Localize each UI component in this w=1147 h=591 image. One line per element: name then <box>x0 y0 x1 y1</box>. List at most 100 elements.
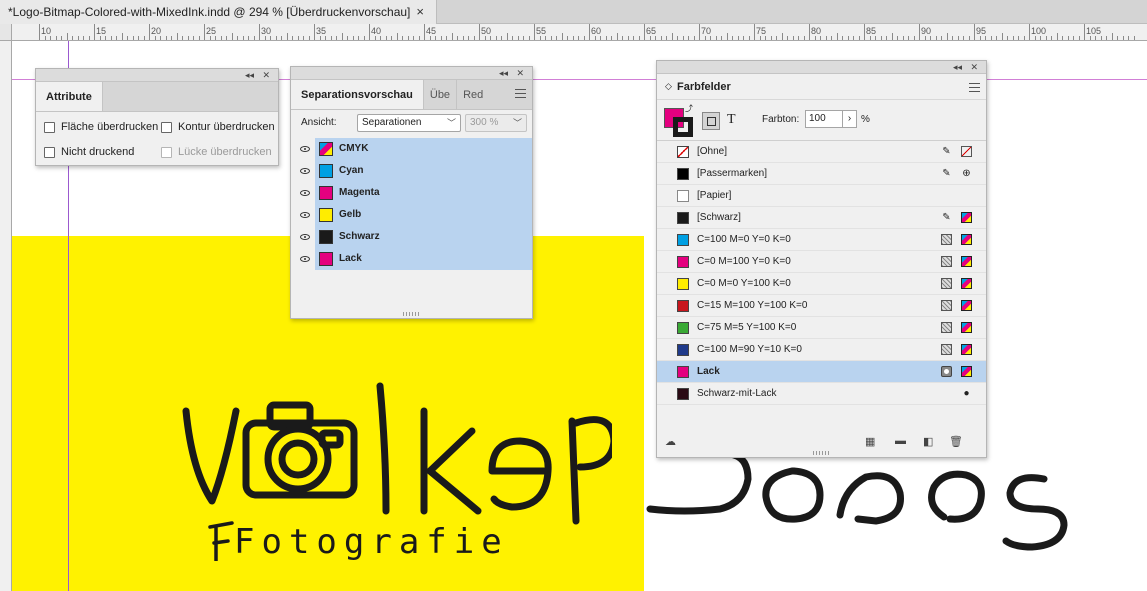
document-tab[interactable]: *Logo-Bitmap-Colored-with-MixedInk.indd … <box>0 0 437 24</box>
separation-row[interactable]: Schwarz <box>294 225 532 248</box>
swatch-row[interactable]: C=75 M=5 Y=100 K=0 <box>657 317 986 339</box>
swatch-row[interactable]: [Passermarken] ✎ ⊕ <box>657 163 986 185</box>
ruler-tick <box>391 36 392 40</box>
tint-input[interactable]: 100 <box>805 110 843 128</box>
swatch-row[interactable]: [Ohne] ✎ <box>657 141 986 163</box>
nonprinting-checkbox[interactable] <box>44 146 55 158</box>
swatch-row[interactable]: C=100 M=90 Y=10 K=0 <box>657 339 986 361</box>
ruler-tick <box>440 36 442 40</box>
close-panel-icon[interactable]: ✕ <box>516 67 524 79</box>
separation-row[interactable]: Lack <box>294 247 532 270</box>
tab-overprint[interactable]: Übe <box>424 80 458 109</box>
resize-grip[interactable] <box>402 312 421 316</box>
ruler-label: 15 <box>96 26 107 36</box>
view-dropdown[interactable]: Separationen ﹀ <box>357 114 461 132</box>
panel-topbar[interactable]: ◂◂ ✕ <box>291 67 532 80</box>
ruler-tick <box>413 36 414 40</box>
swatch-row[interactable]: Schwarz-mit-Lack ● <box>657 383 986 405</box>
load-swatches-icon[interactable]: ☁ <box>665 435 676 449</box>
swap-icon[interactable]: ⤴ <box>685 103 693 114</box>
ruler-tick <box>512 36 513 40</box>
ruler-tick <box>325 36 326 40</box>
visibility-toggle[interactable] <box>294 225 315 248</box>
separation-item[interactable]: Magenta <box>315 181 532 204</box>
separation-item[interactable]: CMYK <box>315 137 532 160</box>
panel-topbar[interactable]: ◂◂ ✕ <box>36 69 278 82</box>
separation-item[interactable]: Gelb <box>315 203 532 226</box>
visibility-toggle[interactable] <box>294 159 315 182</box>
ruler-tick <box>638 36 640 40</box>
tint-unit: % <box>861 114 870 125</box>
show-swatches-icon[interactable]: ▦ <box>865 435 875 449</box>
text-format-button[interactable]: T <box>727 112 736 128</box>
nonprinting-option[interactable]: Nicht druckend <box>44 146 134 158</box>
visibility-toggle[interactable] <box>294 181 315 204</box>
close-icon[interactable]: × <box>416 4 424 19</box>
swatch-color-chip <box>677 233 689 246</box>
horizontal-ruler[interactable]: 10 15 20 25 30 35 40 45 50 55 60 65 70 75 80 85 90 95 100 1… <box>0 24 1147 41</box>
separation-row[interactable]: CMYK <box>294 137 532 160</box>
mirrored-text-artwork[interactable] <box>644 449 1124 559</box>
tab-attribute[interactable]: Attribute <box>36 82 103 111</box>
overprint-gap-option: Lücke überdrucken <box>161 146 272 158</box>
ruler-label: 35 <box>316 26 327 36</box>
ruler-tick <box>154 36 156 40</box>
ruler-tick <box>517 36 519 40</box>
visibility-toggle[interactable] <box>294 247 315 270</box>
ruler-tick <box>985 36 986 40</box>
expand-icon[interactable]: ◇ <box>665 81 672 92</box>
tint-stepper[interactable]: › <box>842 110 857 128</box>
separation-item[interactable]: Lack <box>315 247 532 270</box>
ruler-tick <box>534 24 535 40</box>
ruler-tick <box>886 36 887 40</box>
ruler-tick <box>99 36 101 40</box>
vertical-ruler[interactable] <box>0 41 12 591</box>
resize-grip[interactable] <box>812 451 831 455</box>
logo-artwork[interactable]: Fotografie <box>172 371 612 561</box>
separation-row[interactable]: Magenta <box>294 181 532 204</box>
ruler-tick <box>616 33 618 40</box>
stroke-swatch[interactable] <box>673 117 693 137</box>
separation-item[interactable]: Schwarz <box>315 225 532 248</box>
overprint-fill-option[interactable]: Fläche überdrucken <box>44 121 158 133</box>
collapse-icon[interactable]: ◂◂ <box>499 67 508 79</box>
ruler-tick <box>237 36 238 40</box>
tab-separations[interactable]: Separationsvorschau <box>291 80 424 109</box>
ruler-tick <box>858 36 860 40</box>
container-format-button[interactable] <box>702 112 720 130</box>
tint-label: Farbton: <box>762 114 800 125</box>
overprint-fill-checkbox[interactable] <box>44 121 55 133</box>
swatch-row[interactable]: Lack <box>657 361 986 383</box>
close-panel-icon[interactable]: ✕ <box>262 69 270 81</box>
empty-icon-slot <box>961 190 972 201</box>
swatch-row[interactable]: C=0 M=0 Y=100 K=0 <box>657 273 986 295</box>
separation-row[interactable]: Gelb <box>294 203 532 226</box>
tab-flattener[interactable]: Red <box>457 80 489 109</box>
panel-menu-icon[interactable] <box>969 83 980 92</box>
swatch-row[interactable]: C=0 M=100 Y=0 K=0 <box>657 251 986 273</box>
swatch-row[interactable]: C=15 M=100 Y=100 K=0 <box>657 295 986 317</box>
overprint-stroke-option[interactable]: Kontur überdrucken <box>161 121 275 133</box>
collapse-icon[interactable]: ◂◂ <box>953 61 962 73</box>
visibility-toggle[interactable] <box>294 137 315 160</box>
new-swatch-icon[interactable]: ◧ <box>923 435 933 449</box>
panel-topbar[interactable]: ◂◂ ✕ <box>657 61 986 74</box>
ruler-tick <box>754 24 755 40</box>
swatch-color-chip <box>677 299 689 312</box>
separation-row[interactable]: Cyan <box>294 159 532 182</box>
ruler-tick <box>66 33 68 40</box>
separation-item[interactable]: Cyan <box>315 159 532 182</box>
trash-icon[interactable]: 🗑 <box>949 435 963 449</box>
swatch-row[interactable]: C=100 M=0 Y=0 K=0 <box>657 229 986 251</box>
visibility-toggle[interactable] <box>294 203 315 226</box>
overprint-stroke-checkbox[interactable] <box>161 121 172 133</box>
swatch-row[interactable]: [Papier] <box>657 185 986 207</box>
close-panel-icon[interactable]: ✕ <box>970 61 978 73</box>
swatches-panel: ◂◂ ✕ ◇ Farbfelder ⤴ T Farbton: 100 › % [… <box>656 60 987 458</box>
swatch-row[interactable]: [Schwarz] ✎ <box>657 207 986 229</box>
ruler-origin[interactable] <box>0 24 12 41</box>
new-group-icon[interactable]: ▬ <box>895 435 906 449</box>
ruler-label: 20 <box>151 26 162 36</box>
panel-menu-icon[interactable] <box>515 89 526 98</box>
collapse-icon[interactable]: ◂◂ <box>245 69 254 81</box>
